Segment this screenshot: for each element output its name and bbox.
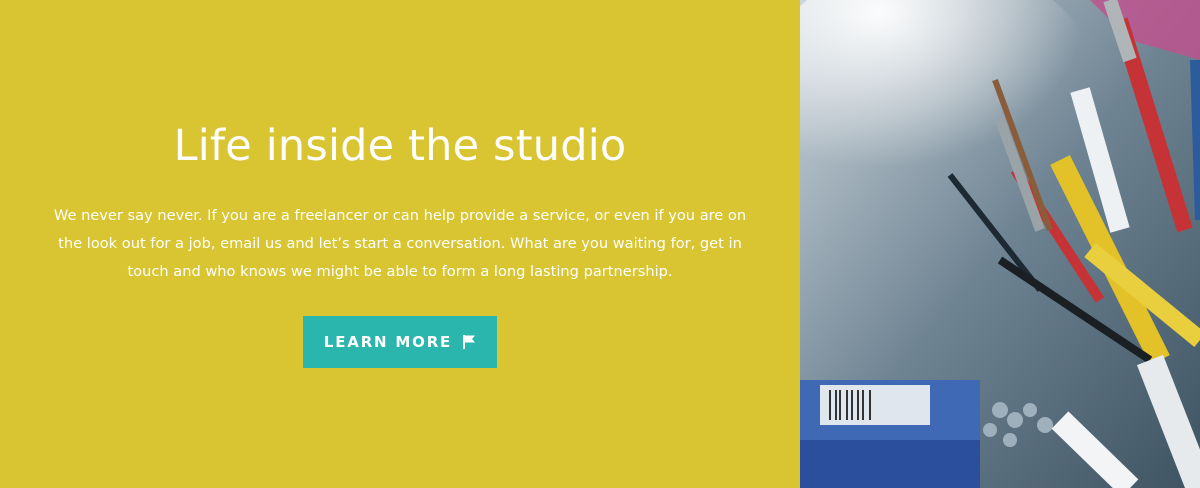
promo-panel: Life inside the studio We never say neve…	[0, 0, 800, 488]
learn-more-label: LEARN MORE	[323, 333, 453, 351]
flag-icon	[462, 334, 476, 350]
pencil-cup-illustration	[800, 0, 1200, 488]
section-title: Life inside the studio	[173, 121, 627, 171]
learn-more-button[interactable]: LEARN MORE	[303, 316, 497, 368]
studio-image	[800, 0, 1200, 488]
section-description: We never say never. If you are a freelan…	[53, 207, 747, 280]
studio-promo-section: Life inside the studio We never say neve…	[0, 0, 1200, 488]
